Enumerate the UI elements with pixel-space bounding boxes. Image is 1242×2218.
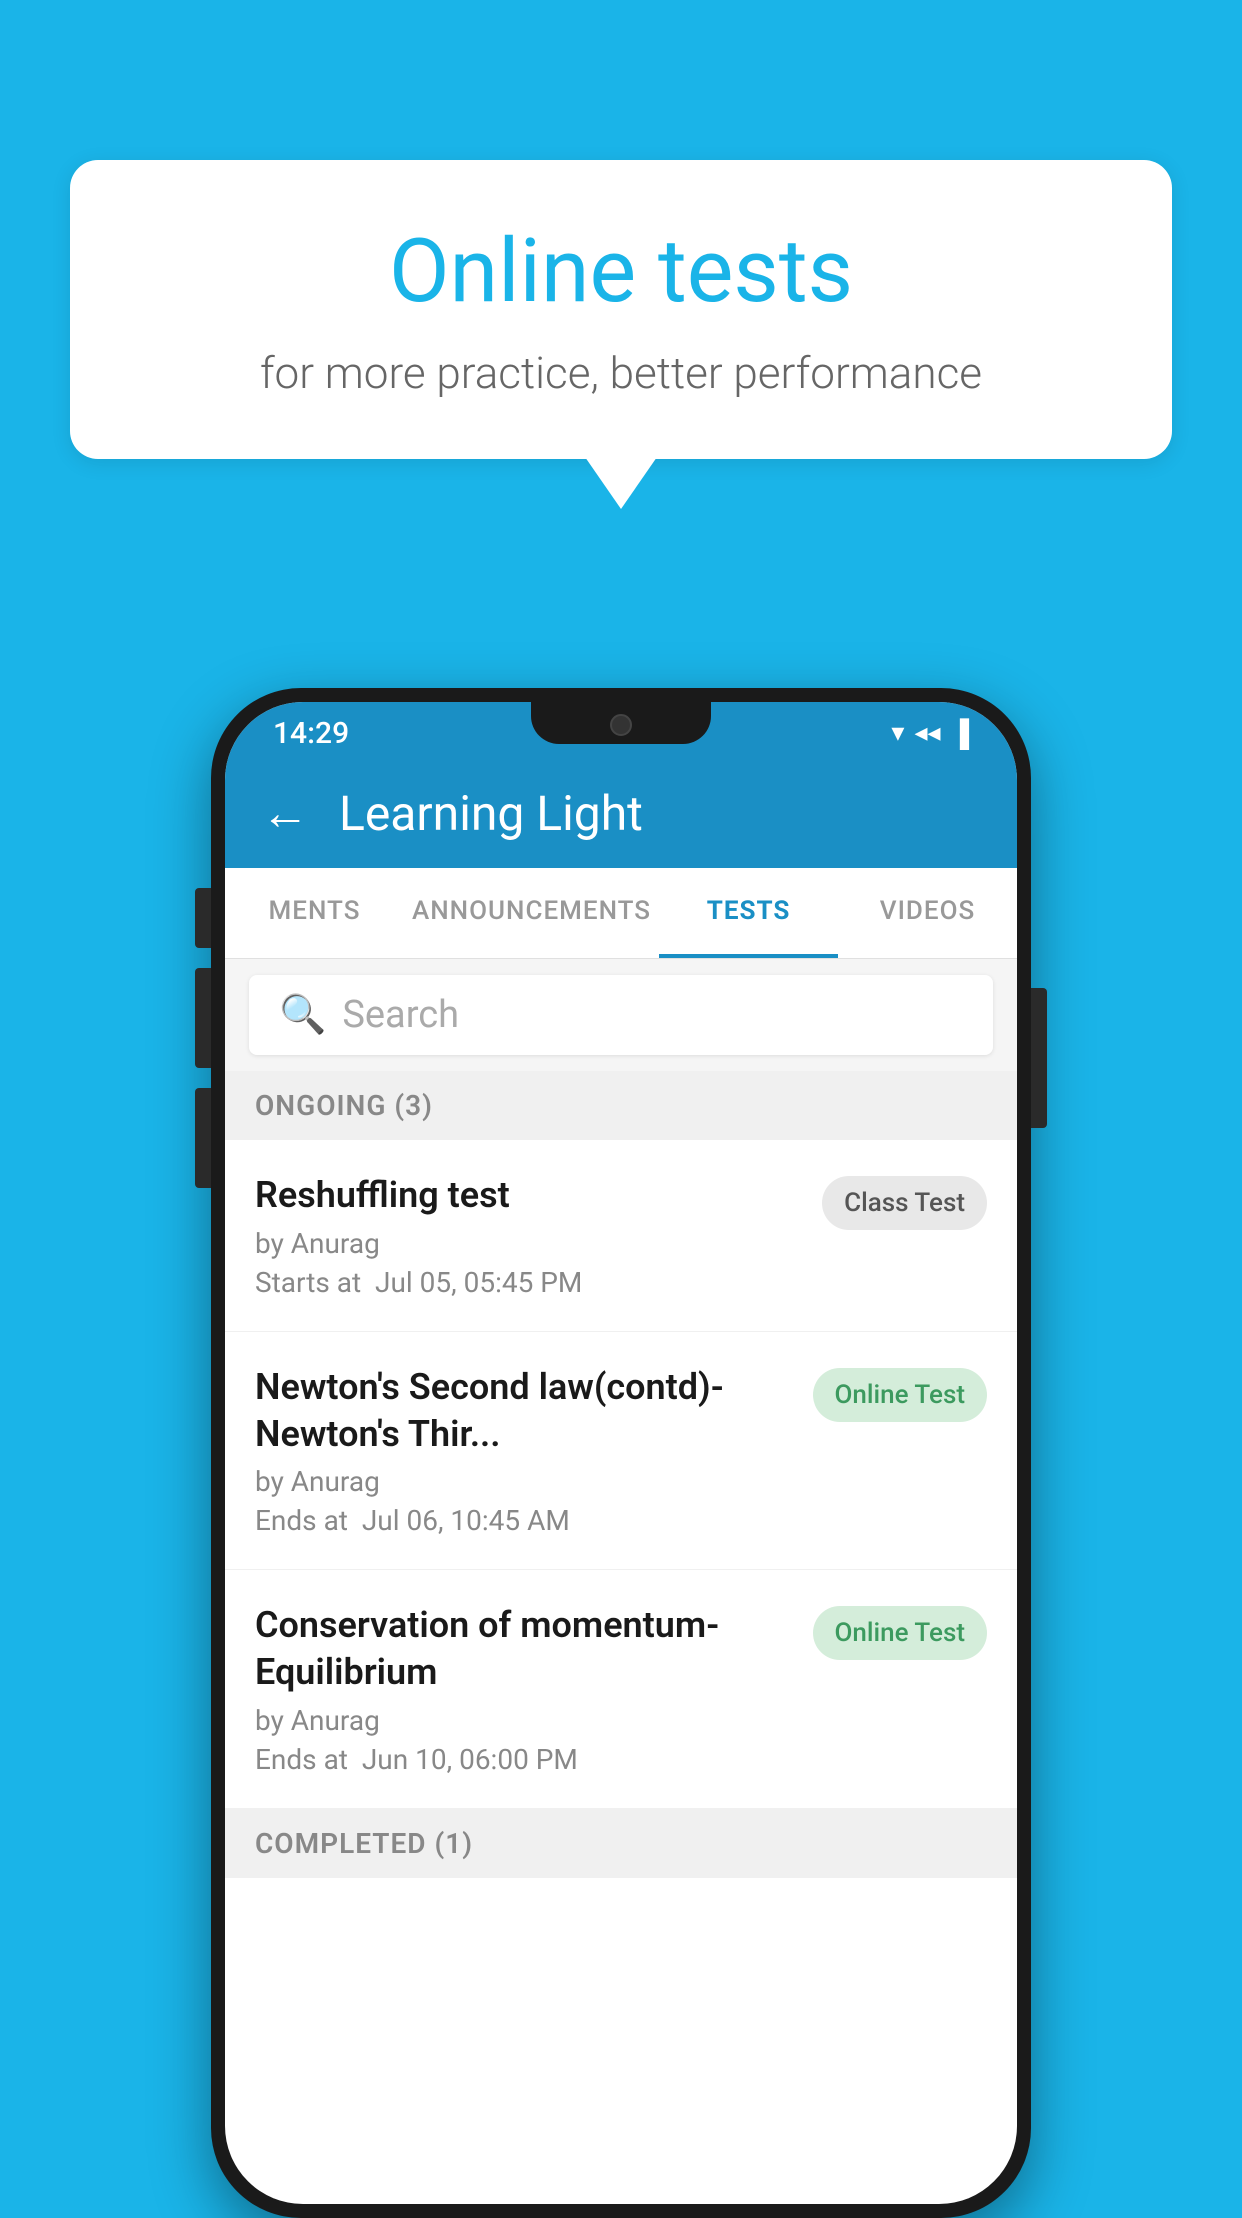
speech-bubble: Online tests for more practice, better p… <box>70 160 1172 459</box>
test-list: Reshuffling test by Anurag Starts at Jul… <box>225 1140 1017 1809</box>
app-bar-title: Learning Light <box>339 785 643 842</box>
search-container: 🔍 Search <box>225 959 1017 1071</box>
tab-ments[interactable]: MENTS <box>225 868 404 958</box>
signal-icon: ◂◂ <box>914 718 940 748</box>
test-info-1: Reshuffling test by Anurag Starts at Jul… <box>255 1172 822 1299</box>
speech-bubble-subtitle: for more practice, better performance <box>150 347 1092 399</box>
status-icons: ▾ ◂◂ ▐ <box>891 718 969 749</box>
search-bar[interactable]: 🔍 Search <box>249 975 993 1055</box>
test-item[interactable]: Newton's Second law(contd)-Newton's Thir… <box>225 1332 1017 1571</box>
phone-button-volume-down <box>195 968 211 1068</box>
phone-screen: 14:29 ▾ ◂◂ ▐ ← Learning Light MENTS ANNO… <box>225 702 1017 2204</box>
speech-bubble-title: Online tests <box>150 220 1092 323</box>
status-time: 14:29 <box>273 716 349 751</box>
test-name-2: Newton's Second law(contd)-Newton's Thir… <box>255 1364 793 1458</box>
tabs-container: MENTS ANNOUNCEMENTS TESTS VIDEOS <box>225 868 1017 959</box>
phone-camera <box>610 714 632 736</box>
test-badge-2: Online Test <box>813 1368 988 1422</box>
test-author-2: by Anurag <box>255 1465 793 1498</box>
test-name-1: Reshuffling test <box>255 1172 802 1219</box>
test-info-3: Conservation of momentum-Equilibrium by … <box>255 1602 813 1776</box>
test-badge-1: Class Test <box>822 1176 987 1230</box>
ongoing-section-header: ONGOING (3) <box>225 1071 1017 1140</box>
test-item[interactable]: Reshuffling test by Anurag Starts at Jul… <box>225 1140 1017 1332</box>
test-time-1: Starts at Jul 05, 05:45 PM <box>255 1266 802 1299</box>
test-author-1: by Anurag <box>255 1227 802 1260</box>
test-info-2: Newton's Second law(contd)-Newton's Thir… <box>255 1364 813 1538</box>
battery-icon: ▐ <box>951 718 969 749</box>
search-icon: 🔍 <box>279 993 326 1037</box>
app-bar: ← Learning Light <box>225 758 1017 868</box>
test-item[interactable]: Conservation of momentum-Equilibrium by … <box>225 1570 1017 1809</box>
completed-section-header: COMPLETED (1) <box>225 1809 1017 1878</box>
tab-tests[interactable]: TESTS <box>659 868 838 958</box>
test-name-3: Conservation of momentum-Equilibrium <box>255 1602 793 1696</box>
test-time-2: Ends at Jul 06, 10:45 AM <box>255 1504 793 1537</box>
back-button[interactable]: ← <box>261 789 309 837</box>
tab-videos[interactable]: VIDEOS <box>838 868 1017 958</box>
phone-button-volume-down2 <box>195 1088 211 1188</box>
test-time-3: Ends at Jun 10, 06:00 PM <box>255 1743 793 1776</box>
phone-notch <box>531 702 711 744</box>
wifi-icon: ▾ <box>891 718 904 748</box>
phone-button-power <box>1031 988 1047 1128</box>
tab-announcements[interactable]: ANNOUNCEMENTS <box>404 868 659 958</box>
phone-button-volume-up <box>195 888 211 948</box>
test-author-3: by Anurag <box>255 1704 793 1737</box>
test-badge-3: Online Test <box>813 1606 988 1660</box>
search-placeholder: Search <box>342 993 459 1037</box>
phone-frame: 14:29 ▾ ◂◂ ▐ ← Learning Light MENTS ANNO… <box>211 688 1031 2218</box>
speech-bubble-container: Online tests for more practice, better p… <box>70 160 1172 459</box>
